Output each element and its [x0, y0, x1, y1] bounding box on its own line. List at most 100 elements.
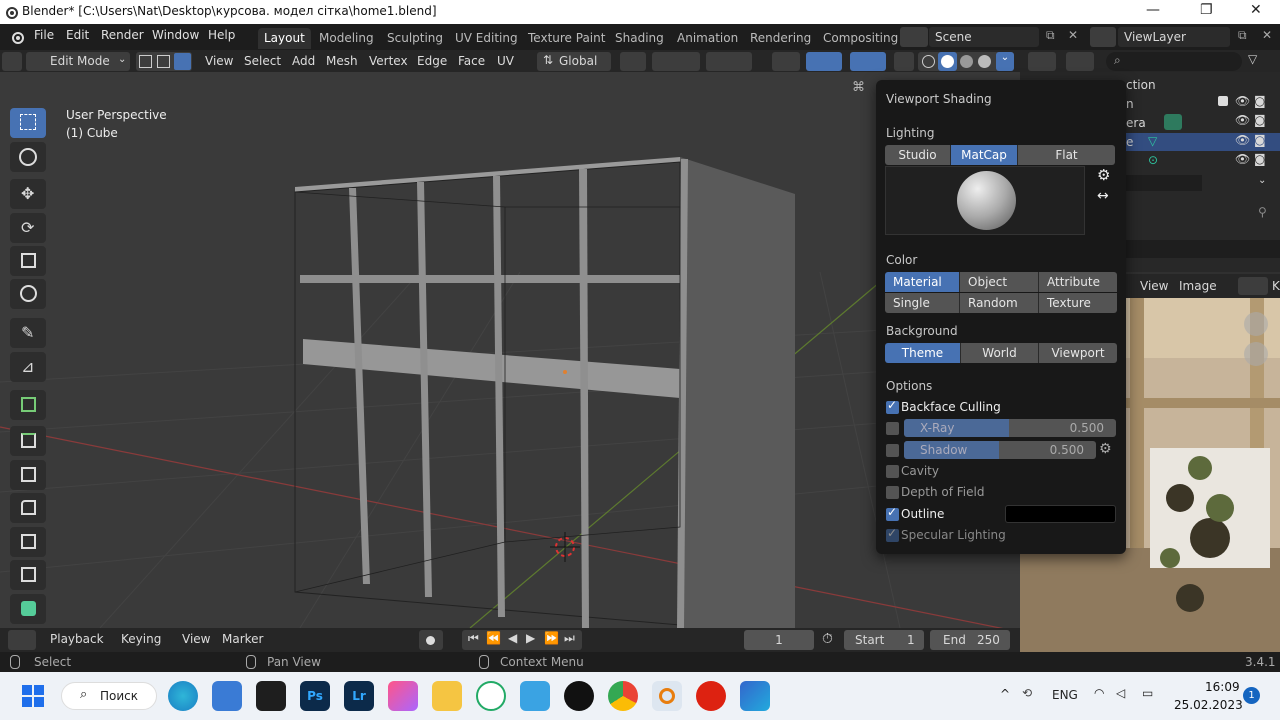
clock-time[interactable]: 16:09 [1205, 680, 1240, 694]
eye-icon[interactable]: 👁 [1235, 94, 1250, 108]
eye-icon[interactable]: 👁 [1235, 152, 1250, 166]
background-theme-button[interactable]: Theme [885, 343, 961, 363]
tab-uv-editing[interactable]: UV Editing [449, 28, 524, 49]
xray-checkbox[interactable] [886, 422, 899, 435]
solid-shading-icon[interactable] [938, 52, 957, 71]
face-select-icon[interactable] [174, 53, 191, 70]
depth-of-field-checkbox[interactable] [886, 486, 899, 499]
outliner-search-input[interactable]: ⌕ [1106, 52, 1242, 71]
notification-badge[interactable]: 1 [1243, 687, 1260, 704]
cursor-tool-icon[interactable] [10, 142, 46, 172]
shadow-settings-gear-icon[interactable]: ⚙ [1099, 441, 1112, 457]
tray-chevron-icon[interactable]: ^ [1000, 687, 1010, 701]
maximize-icon[interactable]: ❐ [1200, 2, 1213, 18]
flip-matcap-icon[interactable]: ↔ [1097, 188, 1109, 204]
outliner-editor-type-icon[interactable] [1028, 52, 1056, 71]
tab-compositing[interactable]: Compositing [817, 28, 904, 49]
header-menu-view[interactable]: View [205, 52, 233, 71]
matcap-preview[interactable] [885, 166, 1085, 235]
header-menu-face[interactable]: Face [458, 52, 485, 71]
jump-start-icon[interactable]: ⏮ [468, 631, 479, 646]
extrude-tool-icon[interactable] [10, 426, 46, 456]
mode-dropdown[interactable]: Edit Mode ⌄ [26, 52, 130, 71]
view-layer-icon[interactable] [1090, 27, 1116, 47]
scene-selector-icon[interactable] [900, 27, 928, 47]
color-attribute-button[interactable]: Attribute [1039, 272, 1117, 292]
xray-toggle-icon[interactable] [894, 52, 914, 71]
timeline-menu-playback[interactable]: Playback [50, 630, 104, 649]
play-reverse-icon[interactable]: ◀ [508, 631, 517, 645]
vertex-select-icon[interactable] [139, 55, 152, 68]
inset-tool-icon[interactable] [10, 460, 46, 490]
tab-sculpting[interactable]: Sculpting [381, 28, 449, 49]
tab-modeling[interactable]: Modeling [313, 28, 380, 49]
taskbar-search[interactable]: ⌕ Поиск [61, 682, 157, 710]
color-material-button[interactable]: Material [885, 272, 960, 292]
image-menu-image[interactable]: Image [1179, 279, 1217, 293]
pivot-icon[interactable] [620, 52, 646, 71]
new-view-layer-icon[interactable]: ⧉ [1238, 28, 1247, 43]
wireframe-shading-icon[interactable] [922, 55, 935, 68]
gear-icon[interactable]: ⚙ [1097, 166, 1110, 184]
lighting-flat-button[interactable]: Flat [1018, 145, 1115, 165]
current-frame-field[interactable]: 1 [744, 630, 814, 650]
header-menu-mesh[interactable]: Mesh [326, 52, 358, 71]
shading-popover-chevron-icon[interactable]: ⌄ [996, 52, 1014, 71]
tab-shading[interactable]: Shading [609, 28, 670, 49]
camera-icon[interactable]: ◙ [1254, 152, 1266, 166]
view-layer-field[interactable]: ViewLayer [1118, 27, 1230, 47]
bevel-tool-icon[interactable] [10, 493, 46, 523]
eye-icon[interactable]: 👁 [1235, 133, 1250, 147]
editor-type-icon[interactable] [2, 52, 22, 71]
display-mode-icon[interactable] [1066, 52, 1094, 71]
tab-texture-paint[interactable]: Texture Paint [522, 28, 611, 49]
camera-icon[interactable]: ◙ [1254, 94, 1266, 108]
color-object-button[interactable]: Object [960, 272, 1039, 292]
chrome-icon[interactable] [608, 681, 638, 711]
close-icon[interactable]: ✕ [1250, 2, 1262, 18]
start-frame-field[interactable]: Start 1 [844, 630, 924, 650]
camera-icon[interactable]: ◙ [1254, 133, 1266, 147]
image-browse-icon[interactable] [1238, 277, 1268, 295]
wifi-icon[interactable]: ◠ [1094, 686, 1104, 700]
header-menu-edge[interactable]: Edge [417, 52, 447, 71]
background-viewport-button[interactable]: Viewport [1039, 343, 1117, 363]
lighting-studio-button[interactable]: Studio [885, 145, 951, 165]
timeline-menu-keying[interactable]: Keying [121, 630, 161, 649]
measure-tool-icon[interactable]: ⊿ [10, 352, 46, 382]
language-indicator[interactable]: ENG [1052, 688, 1078, 702]
outline-color-swatch[interactable] [1005, 505, 1116, 523]
menu-window[interactable]: Window [152, 28, 199, 42]
background-world-button[interactable]: World [961, 343, 1039, 363]
shadow-slider[interactable]: Shadow 0.500 [904, 441, 1096, 459]
cavity-checkbox[interactable] [886, 465, 899, 478]
chevron-down-icon[interactable]: ⌄ [1258, 175, 1266, 186]
properties-field[interactable] [1126, 175, 1202, 191]
edge-select-icon[interactable] [157, 55, 170, 68]
header-menu-uv[interactable]: UV [497, 52, 514, 71]
delete-view-layer-icon[interactable]: ✕ [1262, 28, 1272, 42]
store-icon[interactable] [212, 681, 242, 711]
menu-file[interactable]: File [34, 28, 54, 42]
camera-icon[interactable]: ◙ [1254, 113, 1266, 127]
select-tool-icon[interactable] [10, 108, 46, 138]
scale-tool-icon[interactable] [10, 246, 46, 276]
end-frame-field[interactable]: End 250 [930, 630, 1010, 650]
battery-icon[interactable]: ▭ [1142, 686, 1153, 700]
minimize-icon[interactable]: — [1146, 2, 1160, 18]
camera-view-icon[interactable]: ⌘ [852, 80, 865, 95]
prev-keyframe-icon[interactable]: ⏪ [486, 631, 501, 645]
paint-icon[interactable] [740, 681, 770, 711]
timeline-menu-marker[interactable]: Marker [222, 630, 263, 649]
jump-end-icon[interactable]: ⏭ [564, 631, 575, 646]
photoshop-icon[interactable]: Ps [300, 681, 330, 711]
rotate-tool-icon[interactable]: ⟳ [10, 213, 46, 243]
tiktok-icon[interactable] [564, 681, 594, 711]
scene-field[interactable]: Scene [929, 27, 1039, 47]
menu-render[interactable]: Render [101, 28, 144, 42]
image-menu-view[interactable]: View [1140, 279, 1168, 293]
screen-recorder-icon[interactable] [696, 681, 726, 711]
annotate-tool-icon[interactable]: ✎ [10, 318, 46, 348]
timeline-editor-type-icon[interactable] [8, 630, 36, 650]
orientation-dropdown[interactable]: ⇅ Global [537, 52, 611, 71]
